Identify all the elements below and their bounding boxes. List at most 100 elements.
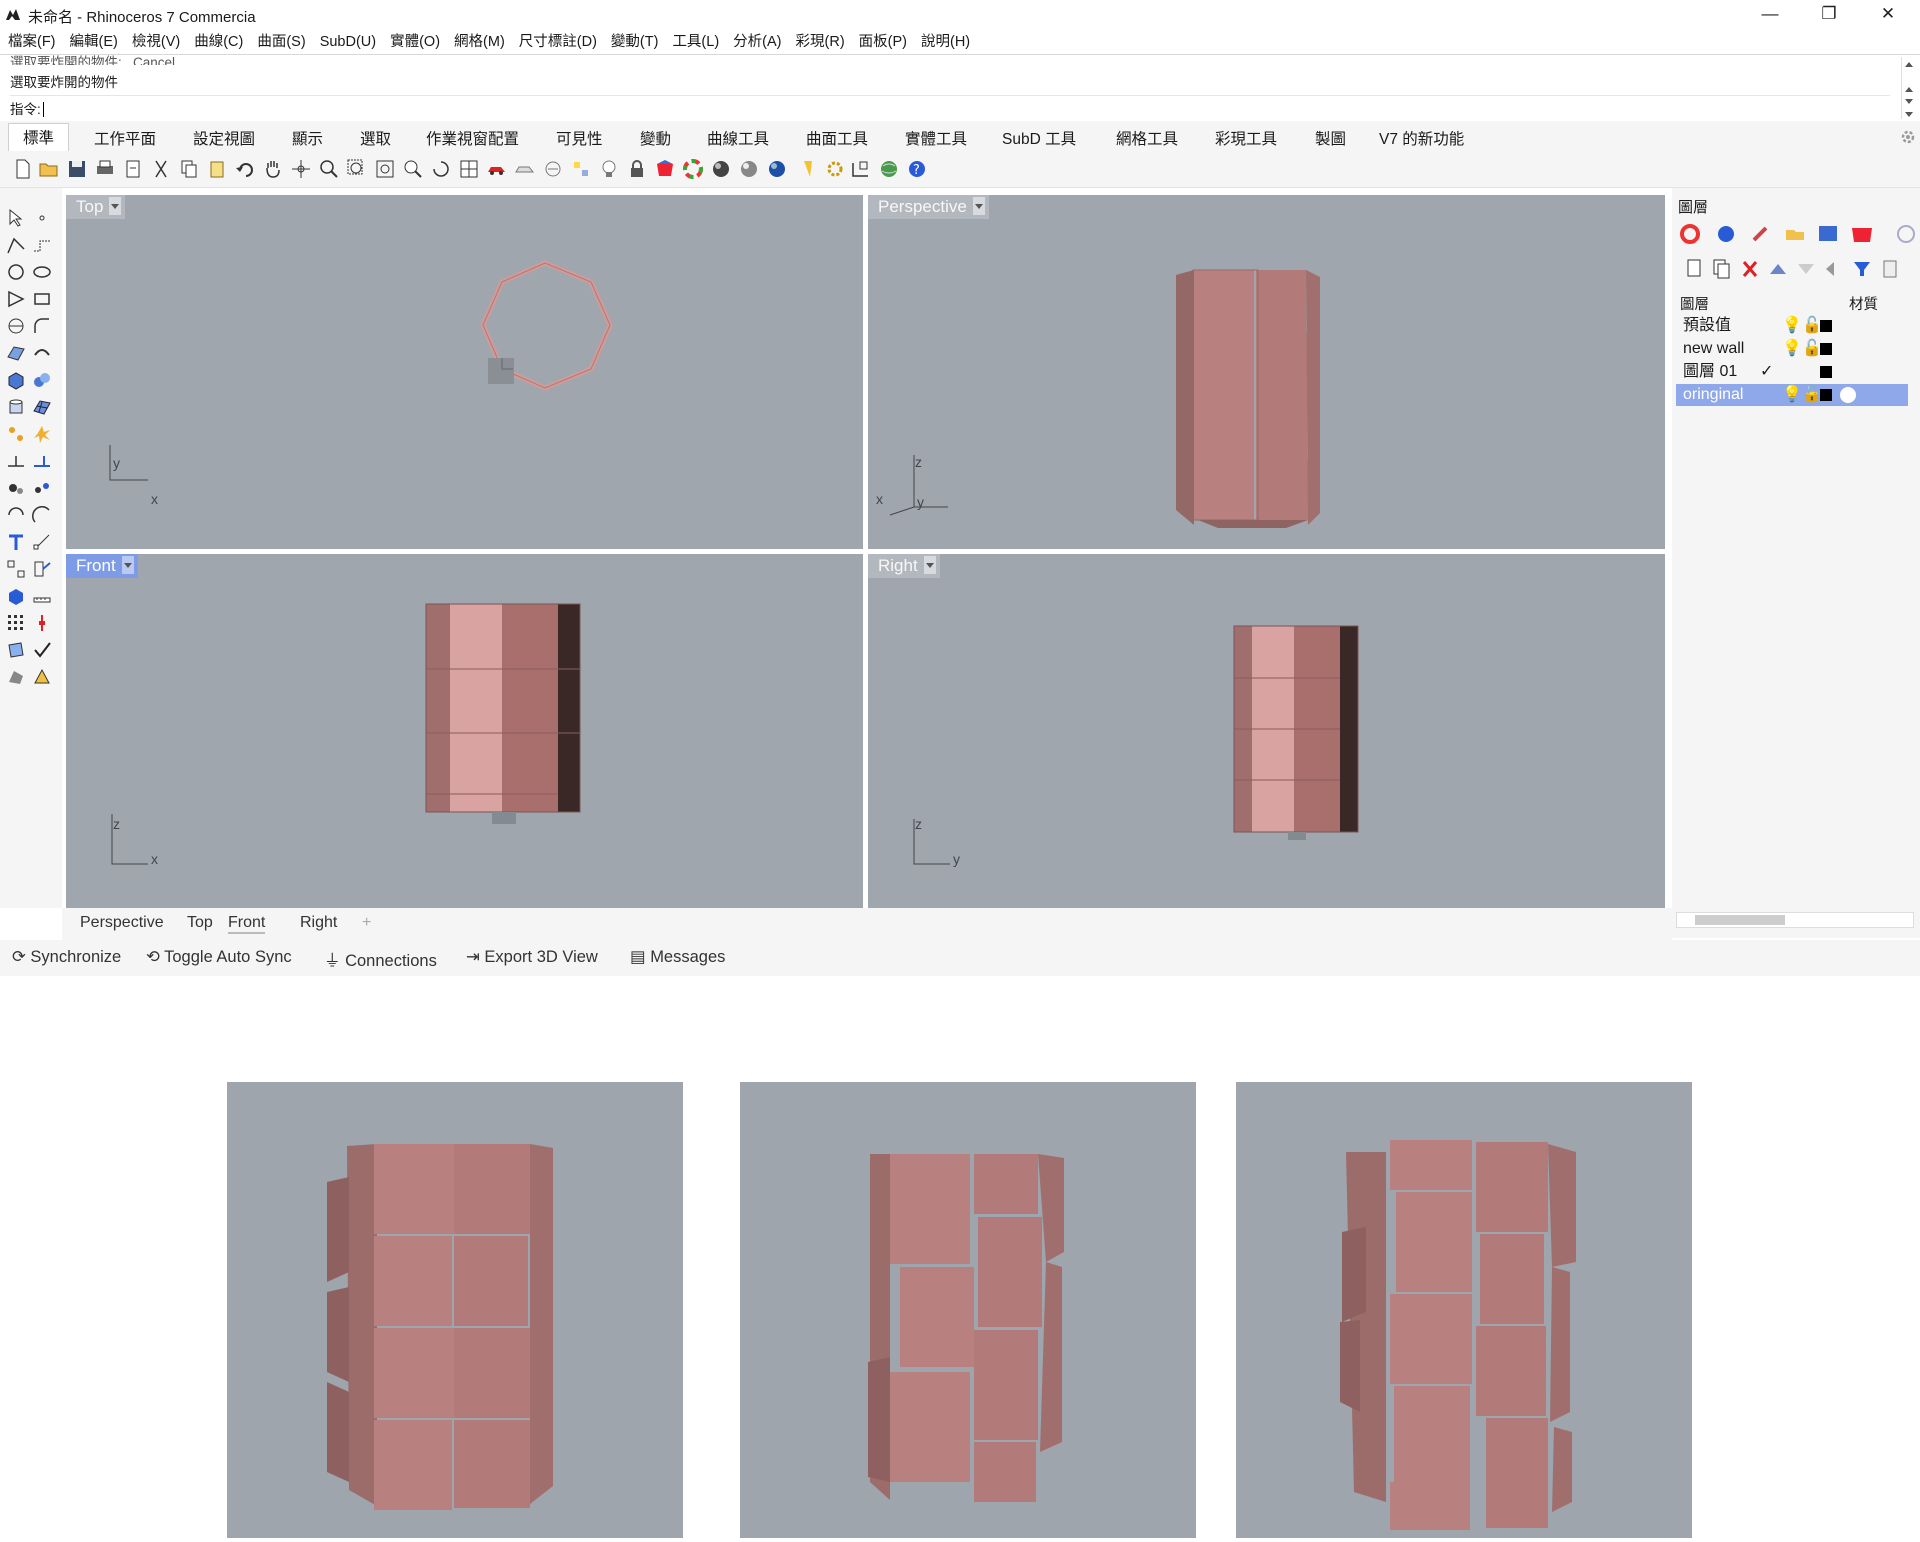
car-icon[interactable] (486, 158, 508, 180)
light-bulb-icon[interactable]: 💡 (1782, 384, 1802, 406)
restore-button[interactable]: ❐ (1801, 0, 1857, 30)
layer-color-swatch[interactable] (1820, 366, 1832, 378)
wireframe-car-icon[interactable] (514, 158, 536, 180)
menu-file[interactable]: 檔案(F) (1, 31, 63, 53)
rotate-icon[interactable] (6, 505, 26, 525)
polyline-icon[interactable] (6, 235, 26, 255)
layer-icon[interactable] (654, 158, 676, 180)
cplane-icon[interactable] (542, 158, 564, 180)
connections-button[interactable]: ⏚ Connections (324, 947, 437, 971)
grid-array-icon[interactable] (6, 613, 26, 633)
tab-standard[interactable]: 標準 (8, 123, 70, 154)
open-folder-icon[interactable] (38, 158, 60, 180)
dimension-tool-icon[interactable] (32, 532, 52, 552)
viewport-top[interactable]: Top y x (66, 195, 863, 549)
explode-icon[interactable] (32, 424, 52, 444)
tab-solid-tools[interactable]: 實體工具 (905, 127, 967, 149)
tab-subd-tools[interactable]: SubD 工具 (1002, 127, 1076, 149)
grid-snap-icon[interactable] (570, 158, 592, 180)
layer-color-swatch[interactable] (1820, 343, 1832, 355)
toggle-auto-sync-button[interactable]: ⟲ Toggle Auto Sync (146, 947, 292, 967)
import-icon[interactable] (122, 158, 144, 180)
light-bulb-icon[interactable]: 💡 (1782, 338, 1802, 360)
menu-tools[interactable]: 工具(L) (665, 31, 726, 53)
new-file-icon[interactable] (12, 158, 34, 180)
gumball-icon[interactable] (32, 613, 52, 633)
box-icon[interactable] (6, 370, 26, 390)
help-icon[interactable]: ? (906, 158, 928, 180)
menu-edit[interactable]: 編輯(E) (63, 31, 125, 53)
layer-row-selected[interactable]: oringinal 💡 🔓 (1676, 384, 1908, 406)
spotlight-icon[interactable] (800, 158, 822, 180)
menu-analyze[interactable]: 分析(A) (726, 31, 788, 53)
zoom-selected-icon[interactable] (402, 158, 424, 180)
viewport-tab-perspective[interactable]: Perspective (80, 914, 164, 932)
paint-icon[interactable] (32, 667, 52, 687)
current-layer-check-icon[interactable]: ✓ (1760, 361, 1773, 383)
split-icon[interactable] (32, 451, 52, 471)
light-bulb-icon[interactable] (598, 158, 620, 180)
menu-mesh[interactable]: 網格(M) (447, 31, 512, 53)
cylinder-icon[interactable] (6, 397, 26, 417)
layer-row[interactable]: 預設值 💡 🔓 (1676, 315, 1908, 337)
options-gear-icon[interactable] (824, 158, 846, 180)
command-prompt[interactable]: 指令: (10, 95, 1890, 118)
zoom-icon[interactable] (318, 158, 340, 180)
zoom-window-icon[interactable] (346, 158, 368, 180)
add-viewport-tab-button[interactable]: + (362, 914, 371, 932)
lock-icon[interactable] (626, 158, 648, 180)
tab-new-in-v7[interactable]: V7 的新功能 (1379, 127, 1464, 149)
four-viewports-icon[interactable] (458, 158, 480, 180)
text-icon[interactable] (6, 532, 26, 552)
tab-display[interactable]: 顯示 (292, 127, 323, 149)
layer-row[interactable]: 圖層 01 ✓ (1676, 361, 1908, 383)
menu-render[interactable]: 彩現(R) (789, 31, 852, 53)
trim-icon[interactable] (6, 451, 26, 471)
menu-curve[interactable]: 曲線(C) (187, 31, 250, 53)
layer-color-swatch[interactable] (1820, 320, 1832, 332)
paste-icon[interactable] (206, 158, 228, 180)
command-scrollbar[interactable] (1901, 57, 1916, 119)
select-arrow-icon[interactable] (6, 208, 26, 228)
rendered-sphere-icon[interactable] (766, 158, 788, 180)
pan-hand-icon[interactable] (262, 158, 284, 180)
mesh-icon[interactable] (32, 397, 52, 417)
viewport-front[interactable]: Front z x (66, 554, 863, 908)
layer-row[interactable]: new wall 💡 🔓 (1676, 338, 1908, 360)
light-bulb-icon[interactable]: 💡 (1782, 315, 1802, 337)
tab-surface-tools[interactable]: 曲面工具 (806, 127, 868, 149)
menu-subd[interactable]: SubD(U) (313, 31, 383, 53)
check-icon[interactable] (32, 640, 52, 660)
point-icon[interactable] (32, 208, 52, 228)
tab-viewport-layout[interactable]: 作業視窗配置 (426, 127, 519, 149)
tab-set-view[interactable]: 設定視圖 (193, 127, 255, 149)
menu-help[interactable]: 說明(H) (914, 31, 977, 53)
layer-color-swatch[interactable] (1820, 389, 1832, 401)
block-icon[interactable] (6, 640, 26, 660)
dimension-icon[interactable] (850, 158, 872, 180)
group-icon[interactable] (6, 478, 26, 498)
gear-icon[interactable] (1900, 129, 1916, 145)
menu-surface[interactable]: 曲面(S) (250, 31, 312, 53)
shaded-sphere-icon[interactable] (738, 158, 760, 180)
undo-view-icon[interactable] (430, 158, 452, 180)
minimize-button[interactable]: — (1742, 0, 1798, 30)
viewport-right[interactable]: Right z y (868, 554, 1665, 908)
surface-icon[interactable] (6, 343, 26, 363)
viewport-tab-top[interactable]: Top (187, 914, 213, 932)
arc-icon[interactable] (6, 316, 26, 336)
circle-icon[interactable] (6, 262, 26, 282)
unlock-icon[interactable]: 🔓 (1802, 384, 1822, 406)
tab-visibility[interactable]: 可見性 (556, 127, 603, 149)
menu-solid[interactable]: 實體(O) (383, 31, 447, 53)
copy-icon[interactable] (178, 158, 200, 180)
print-icon[interactable] (94, 158, 116, 180)
tab-cplanes[interactable]: 工作平面 (94, 127, 156, 149)
scale-icon[interactable] (32, 505, 52, 525)
fillet-icon[interactable] (32, 316, 52, 336)
menu-panels[interactable]: 面板(P) (852, 31, 914, 53)
transform-icon[interactable] (6, 424, 26, 444)
menu-dimension[interactable]: 尺寸標註(D) (512, 31, 604, 53)
color-wheel-icon[interactable] (682, 158, 704, 180)
tab-transform[interactable]: 變動 (640, 127, 671, 149)
